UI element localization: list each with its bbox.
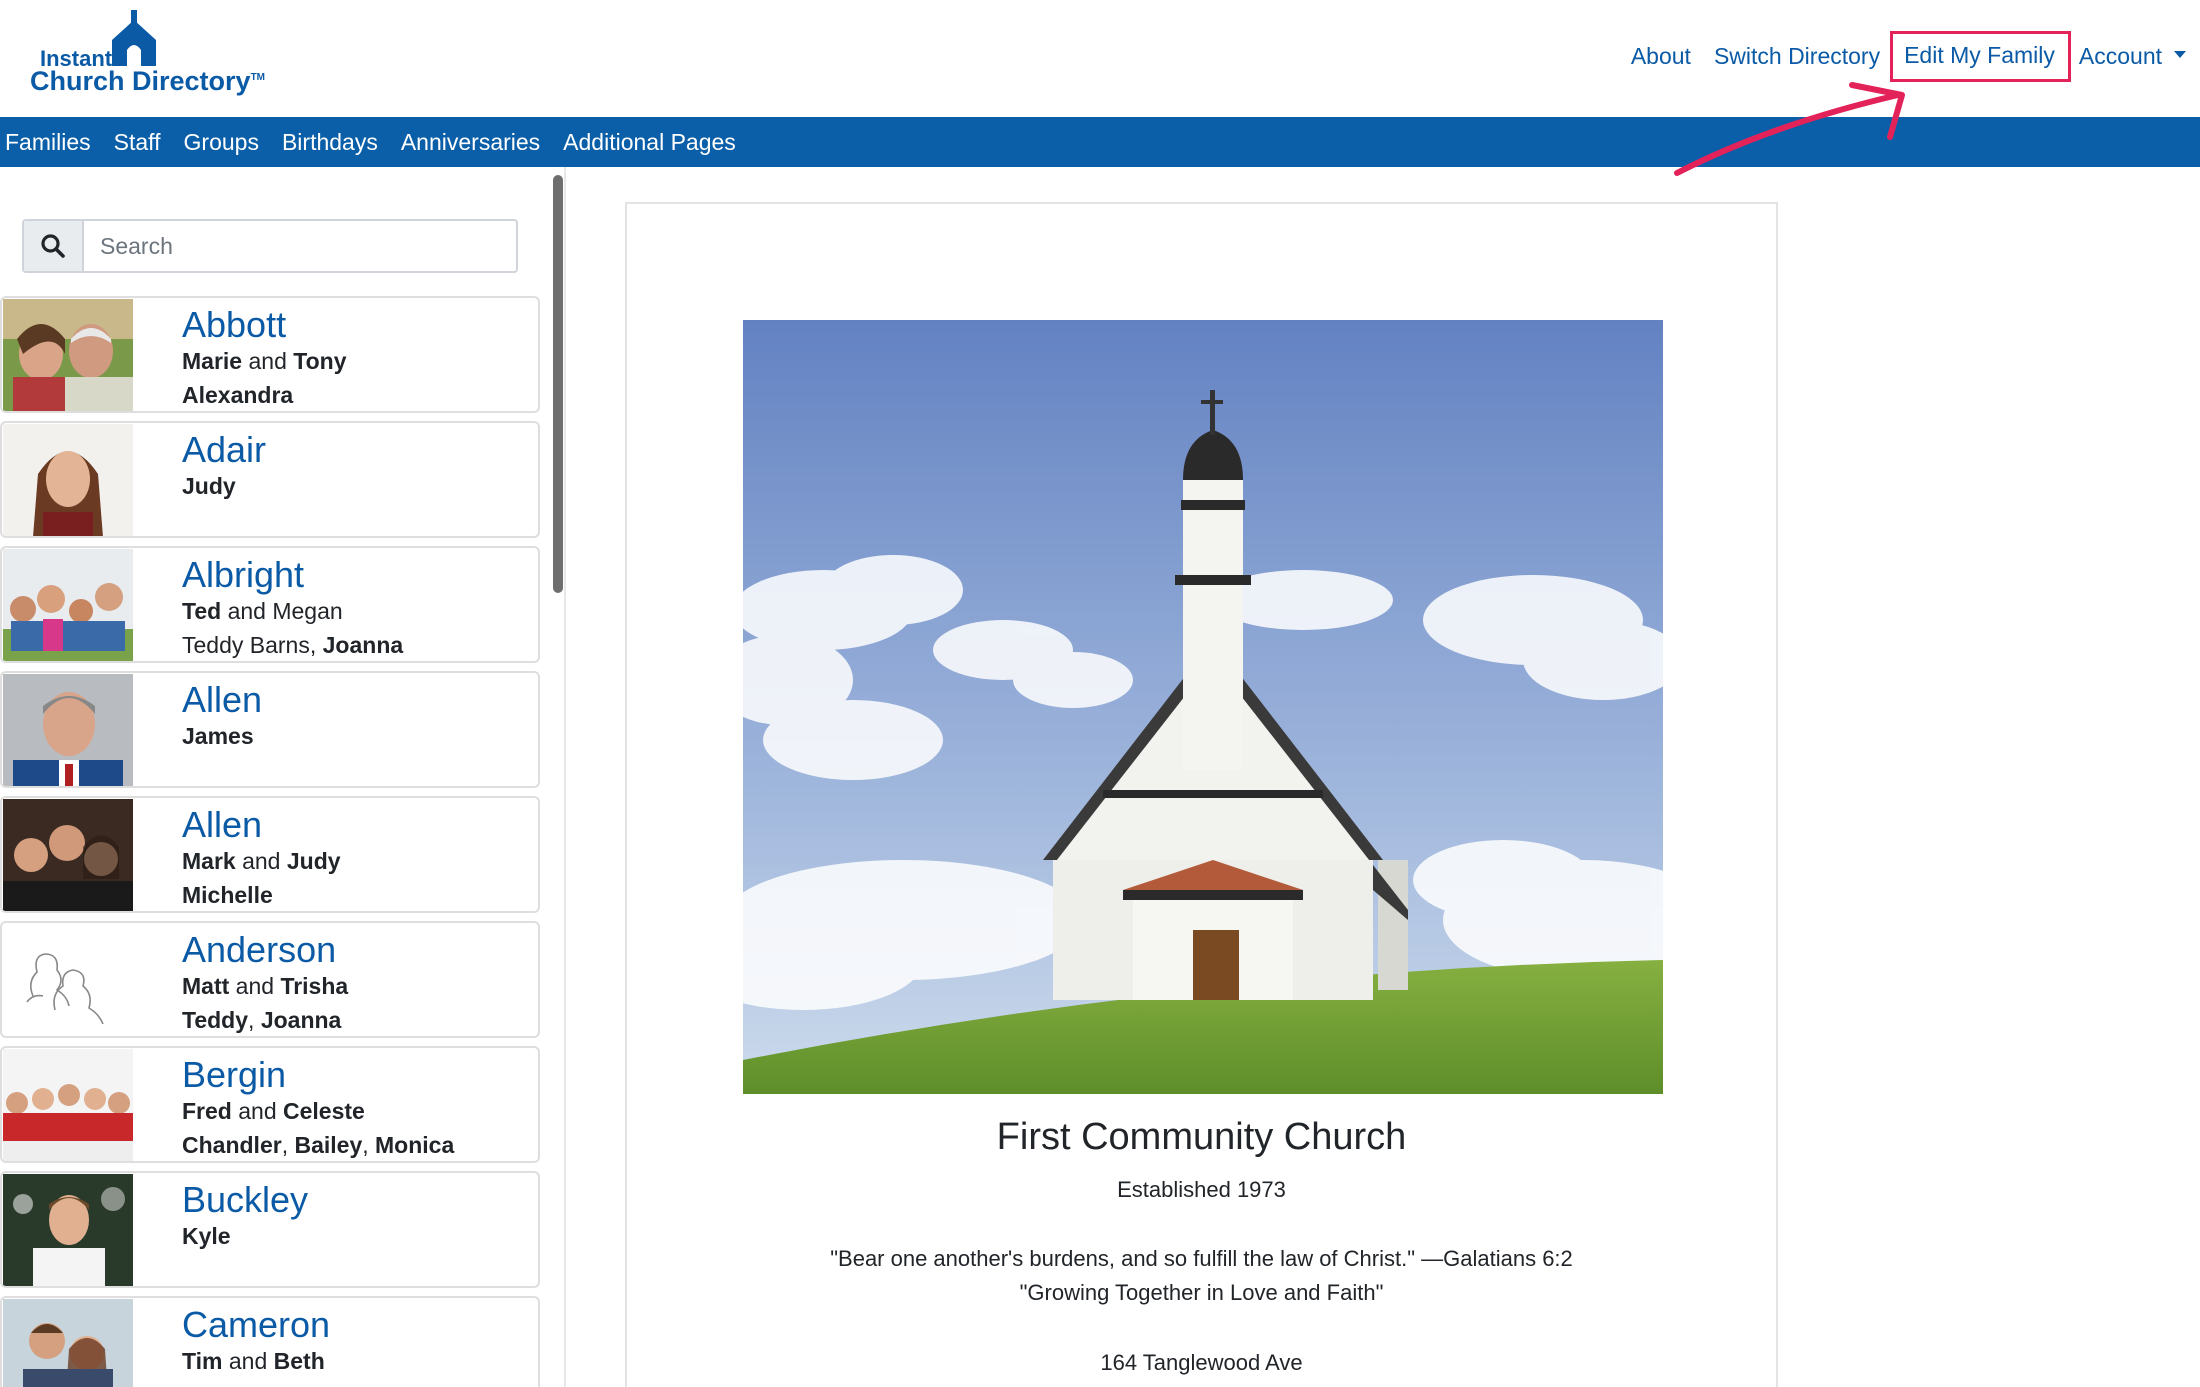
family-children: Alexandra bbox=[182, 382, 294, 408]
family-photo bbox=[3, 1049, 133, 1161]
family-photo bbox=[3, 674, 133, 786]
church-house-icon bbox=[112, 10, 156, 66]
church-image bbox=[743, 320, 1663, 1094]
church-established: Established 1973 bbox=[1117, 1177, 1286, 1202]
sidebar: Abbott Marie and Tony Alexandra Adair Ju… bbox=[0, 167, 550, 1387]
annotation-arrow-icon bbox=[1674, 82, 1905, 176]
church-motto: "Growing Together in Love and Faith" bbox=[1019, 1280, 1384, 1305]
family-item-cameron[interactable]: Cameron Tim and Beth bbox=[0, 1296, 540, 1387]
family-parents: James bbox=[182, 723, 254, 749]
family-children: Teddy, Joanna bbox=[182, 1007, 342, 1033]
church-info-card: First Community Church Established 1973 … bbox=[625, 202, 1778, 1387]
search-icon bbox=[41, 234, 65, 258]
family-name: Adair bbox=[182, 429, 267, 470]
family-photo bbox=[3, 1174, 133, 1286]
nav-anniversaries[interactable]: Anniversaries bbox=[401, 129, 540, 156]
page: Instant Church DirectoryTM About Switch … bbox=[0, 0, 2200, 1387]
church-verse: "Bear one another's burdens, and so fulf… bbox=[830, 1246, 1573, 1271]
family-name: Bergin bbox=[182, 1054, 287, 1095]
account-dropdown[interactable]: Account bbox=[2079, 43, 2186, 70]
edit-my-family-link[interactable]: Edit My Family bbox=[1890, 30, 2071, 82]
church-address: 164 Tanglewood Ave bbox=[1100, 1350, 1303, 1375]
family-list: Abbott Marie and Tony Alexandra Adair Ju… bbox=[0, 296, 540, 1387]
family-item-buckley[interactable]: Buckley Kyle bbox=[0, 1171, 540, 1288]
family-children: Chandler, Bailey, Monica bbox=[182, 1132, 455, 1158]
nav-staff[interactable]: Staff bbox=[114, 129, 161, 156]
family-name: Buckley bbox=[182, 1179, 309, 1220]
family-parents: Matt and Trisha bbox=[182, 973, 349, 999]
family-item-abbott[interactable]: Abbott Marie and Tony Alexandra bbox=[0, 296, 540, 413]
sidebar-scrollbar-thumb[interactable] bbox=[553, 175, 563, 593]
family-children: Teddy Barns, Joanna bbox=[182, 632, 404, 658]
family-parents: Mark and Judy bbox=[182, 848, 341, 874]
family-item-bergin[interactable]: Bergin Fred and Celeste Chandler, Bailey… bbox=[0, 1046, 540, 1163]
family-children: Michelle bbox=[182, 882, 273, 908]
caret-down-icon bbox=[2174, 50, 2186, 58]
family-name: Anderson bbox=[182, 929, 337, 970]
nav-groups[interactable]: Groups bbox=[184, 129, 259, 156]
family-item-anderson[interactable]: Anderson Matt and Trisha Teddy, Joanna bbox=[0, 921, 540, 1038]
family-name: Allen bbox=[182, 804, 263, 845]
nav-birthdays[interactable]: Birthdays bbox=[282, 129, 378, 156]
search-button[interactable] bbox=[24, 221, 84, 271]
church-name: First Community Church bbox=[996, 1116, 1407, 1158]
logo-trademark: TM bbox=[250, 72, 266, 83]
switch-directory-link[interactable]: Switch Directory bbox=[1714, 43, 1880, 70]
family-parents: Judy bbox=[182, 473, 236, 499]
family-name: Allen bbox=[182, 679, 263, 720]
church-photo bbox=[743, 320, 1663, 1094]
family-item-allen-mark[interactable]: Allen Mark and Judy Michelle bbox=[0, 796, 540, 913]
account-label: Account bbox=[2078, 42, 2162, 69]
top-navigation: About Switch Directory Edit My Family Ac… bbox=[1608, 30, 2200, 82]
family-name: Cameron bbox=[182, 1304, 331, 1345]
family-item-adair[interactable]: Adair Judy bbox=[0, 421, 540, 538]
family-name: Abbott bbox=[182, 304, 287, 345]
family-photo-placeholder bbox=[3, 924, 133, 1036]
logo-text-church-directory: Church DirectoryTM bbox=[30, 66, 265, 97]
family-parents: Marie and Tony bbox=[182, 348, 347, 374]
search-input[interactable] bbox=[84, 221, 516, 271]
family-photo bbox=[3, 1299, 133, 1387]
family-photo bbox=[3, 549, 133, 661]
people-placeholder-icon bbox=[3, 924, 133, 1036]
about-link[interactable]: About bbox=[1631, 43, 1691, 70]
family-photo bbox=[3, 424, 133, 536]
family-name: Albright bbox=[182, 554, 305, 595]
search-box bbox=[22, 219, 518, 273]
family-parents: Kyle bbox=[182, 1223, 231, 1249]
family-photo bbox=[3, 299, 133, 411]
family-photo bbox=[3, 799, 133, 911]
family-item-albright[interactable]: Albright Ted and Megan Teddy Barns, Joan… bbox=[0, 546, 540, 663]
family-parents: Tim and Beth bbox=[182, 1348, 325, 1374]
nav-families[interactable]: Families bbox=[5, 129, 91, 156]
logo[interactable]: Instant Church DirectoryTM bbox=[28, 10, 265, 100]
family-item-allen-james[interactable]: Allen James bbox=[0, 671, 540, 788]
family-parents: Fred and Celeste bbox=[182, 1098, 365, 1124]
nav-additional-pages[interactable]: Additional Pages bbox=[563, 129, 736, 156]
logo-text-main: Church Directory bbox=[30, 66, 251, 96]
family-parents: Ted and Megan bbox=[182, 598, 343, 624]
